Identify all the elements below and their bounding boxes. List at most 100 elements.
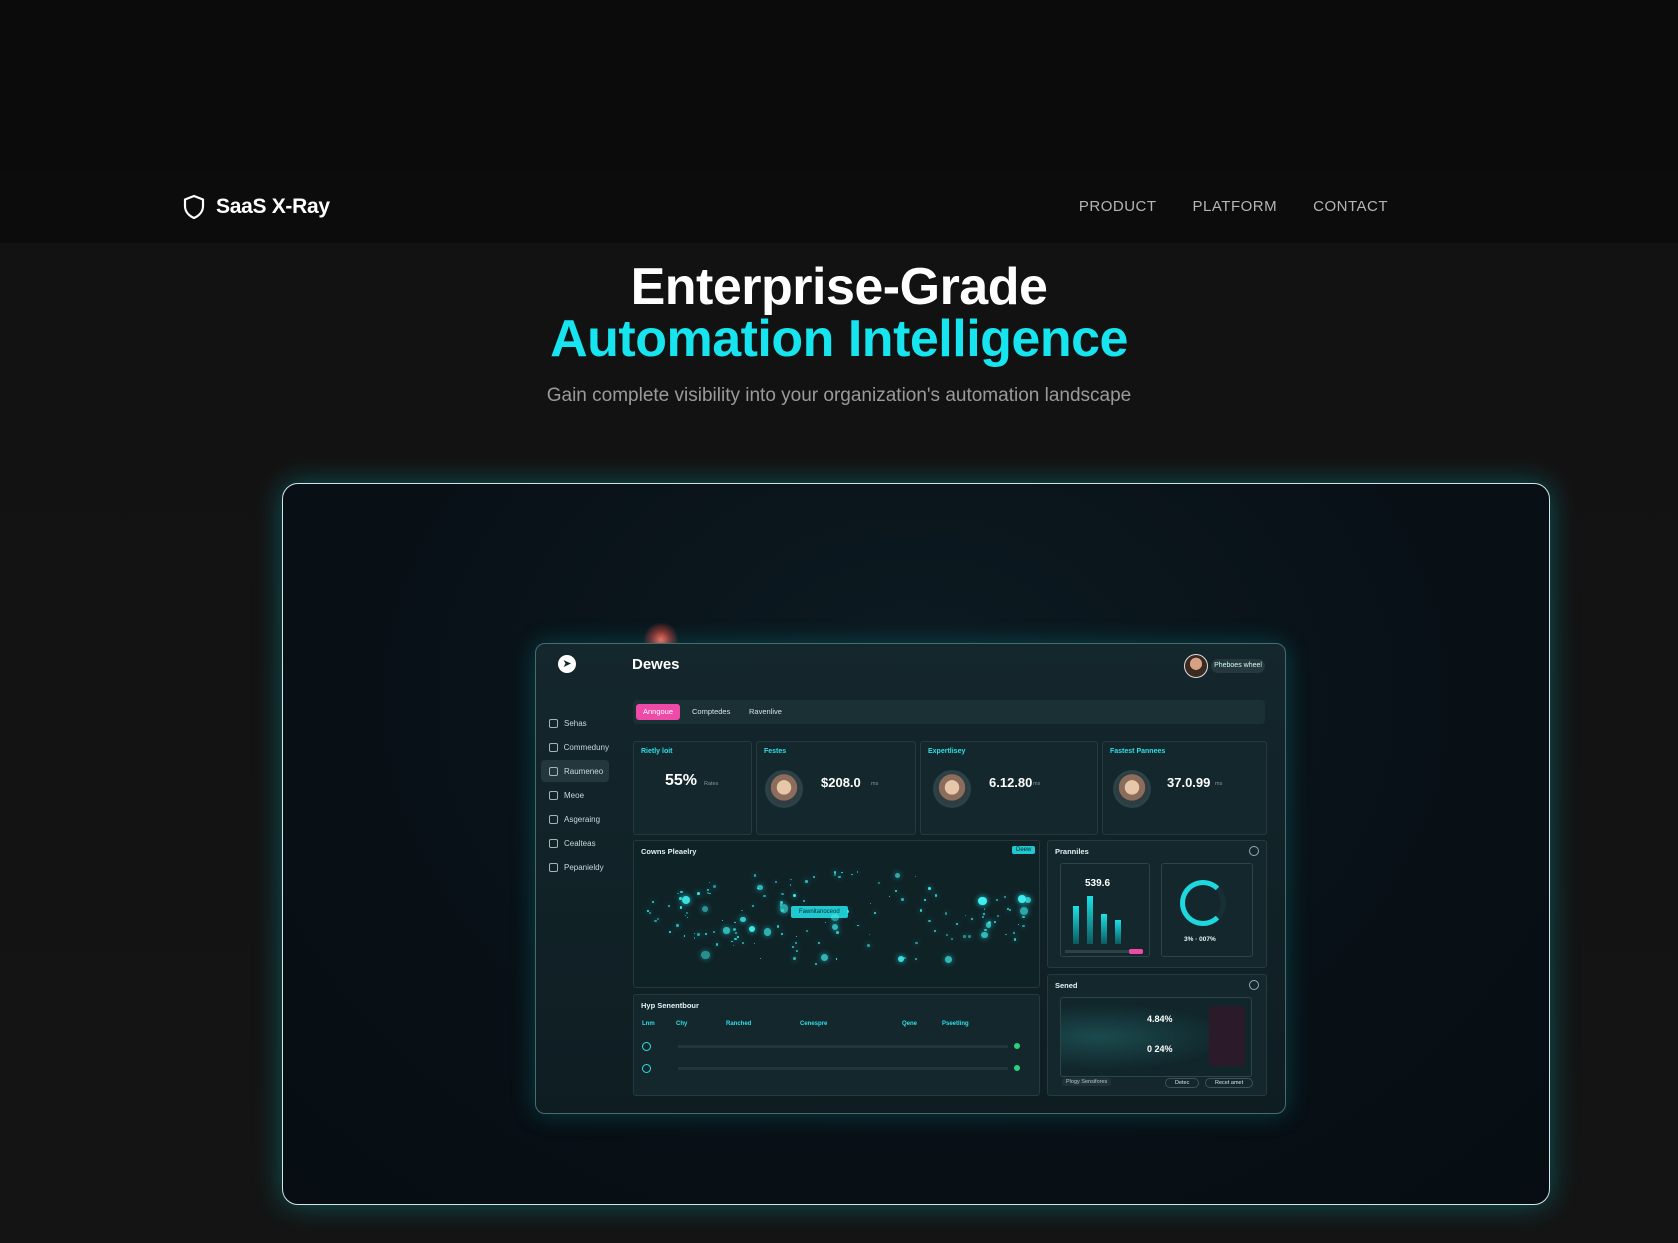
chart-bar [1101,914,1107,944]
network-node [988,921,991,924]
tab-active[interactable]: Anngoue [636,704,681,720]
table-row[interactable] [642,1037,1020,1055]
status-dot [1014,1065,1020,1071]
sidebar-item-label: Pepanieldy [564,862,604,872]
network-node [836,931,840,934]
column-header[interactable]: Chy [676,1021,726,1027]
footer-chip[interactable]: Plogy Sensifores [1062,1078,1112,1086]
menu-item-icon [549,814,558,824]
data-table: Hyp Senentbour Lnm Chy Ranched Cenespre … [633,994,1040,1096]
avatar[interactable] [1184,654,1208,678]
network-node [775,881,777,883]
network-node [928,887,931,890]
menu-item-icon [549,742,558,752]
network-node [894,872,901,879]
network-node [981,931,988,939]
top-navigation-bar: SaaS X-Ray PRODUCT PLATFORM CONTACT [0,172,1678,244]
shield-icon [183,194,205,220]
sidebar-item[interactable]: Asgeraing [541,808,609,830]
kpi-unit: Rates [704,781,719,787]
kpi-label: Festes [764,748,787,755]
table-row[interactable] [642,1059,1020,1077]
network-node [901,898,905,902]
chart-bar [1087,896,1093,944]
kpi-image [1113,770,1151,808]
check-icon [642,1063,651,1073]
nav-product[interactable]: PRODUCT [1079,198,1157,215]
network-node [741,909,743,912]
network-node [694,933,696,935]
network-center-label[interactable]: Fawnitanoceod [791,906,848,918]
kpi-unit: ms [1215,781,1223,787]
network-node [945,956,953,963]
network-node [667,904,670,907]
network-node [835,958,838,961]
brand[interactable]: SaaS X-Ray [182,194,330,220]
sidebar-item-label: Raumeneo [564,766,604,776]
network-node [813,876,816,879]
panel-chip[interactable]: Deew [1012,846,1036,854]
network-node [651,900,654,903]
sidebar-item-active[interactable]: Raumeneo [541,760,609,782]
network-node [814,962,817,965]
column-header[interactable]: Ranched [726,1021,800,1027]
stat-value: 4.84% [1147,1014,1173,1024]
network-node [715,943,718,946]
menu-item-icon [549,718,558,728]
nav-contact[interactable]: CONTACT [1313,198,1388,215]
sidebar-item-label: Meoe [564,790,585,800]
network-node [1022,916,1025,919]
metrics-panel: Pranniles 539.6 3% · 007% [1047,840,1267,968]
user-chip[interactable]: Pheboes wheel [1211,659,1265,673]
kpi-image [765,770,803,808]
network-node [685,915,687,917]
sidebar-item[interactable]: Sehas [541,712,609,734]
tab[interactable]: Comptedes [685,704,737,720]
tab[interactable]: Ravenlive [742,704,789,720]
network-node [693,937,696,939]
kpi-label: Rietly loit [641,748,673,755]
network-node [946,933,949,937]
row-content [678,1066,1008,1070]
network-node [763,894,766,897]
network-node [741,941,744,944]
network-node [681,895,690,904]
network-node [781,892,784,896]
network-node [820,954,828,962]
network-node [712,884,716,888]
reset-button[interactable]: Recet amet [1205,1078,1254,1088]
column-header[interactable]: Pseetling [942,1021,1002,1027]
network-node [919,909,923,912]
network-node [894,889,898,893]
settings-icon[interactable] [1249,846,1259,856]
network-node [924,899,927,902]
column-header[interactable]: Lnm [642,1021,676,1027]
network-node [802,899,805,902]
brand-name: SaaS X-Ray [216,195,330,218]
network-node [733,944,735,946]
network-node [888,896,891,898]
network-node [914,875,916,877]
network-node [968,935,972,938]
network-node [791,945,795,949]
panel-title: Cowns Pleaelry [641,847,697,856]
network-node [709,892,711,895]
panel-title: Hyp Senentbour [641,1001,699,1010]
network-node [723,927,730,934]
sidebar-item[interactable]: Cealteas [541,832,609,854]
nav-platform[interactable]: PLATFORM [1193,198,1278,215]
detail-button[interactable]: Detec [1165,1078,1200,1088]
column-header[interactable]: Qene [902,1021,942,1027]
network-node [657,917,660,920]
sidebar-item[interactable]: Commeduny [541,736,609,758]
sidebar-item[interactable]: Meoe [541,784,609,806]
network-node [753,874,757,877]
column-header[interactable]: Cenespre [800,1021,902,1027]
network-node [701,906,709,913]
network-node [1004,896,1006,898]
network-node [856,871,859,874]
sidebar-item[interactable]: Pepanieldy [541,856,609,878]
network-node [955,922,959,926]
network-node [928,920,931,923]
info-icon[interactable] [1249,980,1259,990]
